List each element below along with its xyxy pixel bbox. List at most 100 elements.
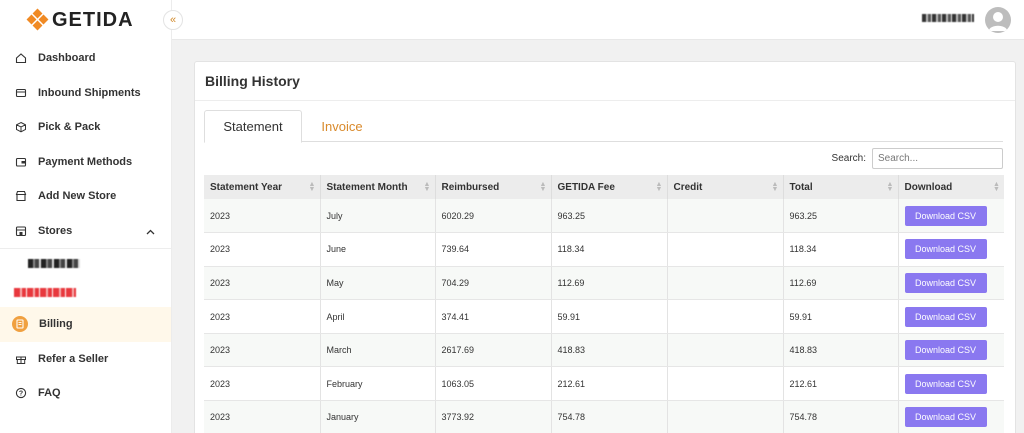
sidebar-item-label: Add New Store (38, 190, 117, 203)
cell-month: March (320, 333, 436, 368)
sidebar-item-label: Pick & Pack (38, 121, 101, 134)
truck-icon (14, 86, 27, 99)
cell-year: 2023 (204, 366, 321, 402)
sidebar-item-label: FAQ (38, 387, 61, 400)
column-header-reimbursed[interactable]: Reimbursed ▲ ▼ (435, 175, 552, 199)
tab-bar: Statement Invoice (204, 110, 1003, 143)
download-csv-button[interactable]: Download CSV (904, 272, 987, 293)
cell-credit (667, 299, 784, 334)
gift-icon (14, 352, 27, 365)
cell-month: January (320, 400, 436, 433)
column-header-credit[interactable]: Credit ▲ ▼ (667, 175, 784, 199)
tab-invoice[interactable]: Invoice (304, 110, 380, 142)
sidebar-item-refer-a-seller[interactable]: Refer a Seller (0, 342, 171, 377)
search-row: Search: (832, 148, 1003, 169)
cell-reimbursed: 1063.05 (435, 366, 552, 402)
cell-credit (667, 199, 784, 234)
download-csv-button[interactable]: Download CSV (904, 340, 987, 361)
download-csv-button[interactable]: Download CSV (904, 205, 987, 226)
cell-total: 212.61 (783, 366, 899, 402)
stores-icon (14, 224, 27, 237)
cell-fee: 212.61 (551, 366, 668, 402)
cell-download: Download CSV (898, 199, 1004, 234)
cell-credit (667, 366, 784, 402)
column-header-statement-year[interactable]: Statement Year ▲ ▼ (204, 175, 321, 199)
sidebar-item-faq[interactable]: ? FAQ (0, 376, 171, 411)
cell-download: Download CSV (898, 232, 1004, 267)
cell-download: Download CSV (898, 333, 1004, 368)
download-csv-button[interactable]: Download CSV (904, 373, 987, 394)
brand-logo[interactable]: GETIDA (0, 0, 171, 40)
table-row: 2023 May 704.29 112.69 112.69 Download C… (204, 266, 1004, 301)
sidebar-store-item[interactable] (0, 249, 171, 278)
tab-statement[interactable]: Statement (204, 110, 302, 143)
cell-total: 59.91 (783, 299, 899, 334)
sidebar-item-add-new-store[interactable]: Add New Store (0, 179, 171, 214)
download-csv-button[interactable]: Download CSV (904, 306, 987, 327)
sort-icon: ▲ ▼ (771, 181, 779, 193)
chevron-up-icon[interactable] (146, 226, 155, 238)
download-csv-button[interactable]: Download CSV (904, 239, 987, 260)
svg-text:?: ? (18, 391, 22, 398)
cell-month: April (320, 299, 436, 334)
brand-logo-icon (26, 8, 49, 31)
sidebar-item-label: Inbound Shipments (38, 86, 141, 99)
wallet-icon (14, 155, 27, 168)
column-header-download[interactable]: Download ▲ ▼ (898, 175, 1004, 199)
table-row: 2023 March 2617.69 418.83 418.83 Downloa… (204, 333, 1004, 368)
cell-fee: 963.25 (551, 199, 668, 234)
sidebar-collapse-button[interactable]: « (163, 10, 183, 30)
sidebar-item-dashboard[interactable]: Dashboard (0, 41, 171, 76)
sidebar-item-label: Billing (39, 318, 73, 331)
avatar[interactable] (985, 7, 1011, 33)
redacted-user-name[interactable] (922, 14, 974, 22)
column-header-statement-month[interactable]: Statement Month ▲ ▼ (320, 175, 436, 199)
sort-icon: ▲ ▼ (886, 181, 894, 193)
sidebar: GETIDA Dashboard Inbound Shipments Pick … (0, 0, 172, 433)
table-row: 2023 April 374.41 59.91 59.91 Download C… (204, 299, 1004, 334)
redacted-store-name (28, 259, 80, 268)
column-header-getida-fee[interactable]: GETIDA Fee ▲ ▼ (551, 175, 668, 199)
search-label: Search: (831, 153, 866, 164)
sidebar-nav: Dashboard Inbound Shipments Pick & Pack … (0, 41, 171, 411)
sidebar-item-label: Refer a Seller (38, 352, 109, 365)
sort-icon: ▲ ▼ (655, 181, 663, 193)
table-row: 2023 July 6020.29 963.25 963.25 Download… (204, 199, 1004, 234)
sort-icon: ▲ ▼ (308, 181, 316, 193)
topbar (172, 0, 1024, 40)
download-csv-button[interactable]: Download CSV (904, 407, 987, 428)
table-row: 2023 January 3773.92 754.78 754.78 Downl… (204, 400, 1004, 433)
sidebar-item-label: Dashboard (38, 52, 96, 65)
sidebar-item-payment-methods[interactable]: Payment Methods (0, 145, 171, 180)
billing-table: Statement Year ▲ ▼ Statement Month ▲ ▼ Reimb… (204, 175, 1004, 433)
page-title: Billing History (195, 62, 1015, 101)
cell-reimbursed: 2617.69 (435, 333, 552, 368)
table-row: 2023 February 1063.05 212.61 212.61 Down… (204, 366, 1004, 402)
cell-download: Download CSV (898, 299, 1004, 334)
redacted-store-name (14, 288, 76, 297)
cell-reimbursed: 739.64 (435, 232, 552, 267)
column-header-total[interactable]: Total ▲ ▼ (783, 175, 899, 199)
sidebar-item-inbound-shipments[interactable]: Inbound Shipments (0, 76, 171, 111)
sidebar-item-stores[interactable]: Stores (0, 214, 171, 249)
cell-year: 2023 (204, 400, 321, 433)
table-row: 2023 June 739.64 118.34 118.34 Download … (204, 232, 1004, 267)
cell-credit (667, 333, 784, 368)
search-input[interactable] (872, 148, 1003, 169)
cell-month: February (320, 366, 436, 402)
cell-download: Download CSV (898, 400, 1004, 433)
sidebar-item-pick-pack[interactable]: Pick & Pack (0, 110, 171, 145)
sidebar-store-item[interactable] (0, 278, 171, 307)
cell-year: 2023 (204, 199, 321, 234)
cell-total: 963.25 (783, 199, 899, 234)
home-icon (14, 52, 27, 65)
cell-month: June (320, 232, 436, 267)
sidebar-item-label: Payment Methods (38, 155, 133, 168)
cell-credit (667, 266, 784, 301)
brand-name: GETIDA (52, 8, 134, 31)
sidebar-item-billing[interactable]: Billing (0, 307, 171, 342)
cell-reimbursed: 374.41 (435, 299, 552, 334)
cell-year: 2023 (204, 266, 321, 301)
cell-total: 118.34 (783, 232, 899, 267)
cell-total: 754.78 (783, 400, 899, 433)
